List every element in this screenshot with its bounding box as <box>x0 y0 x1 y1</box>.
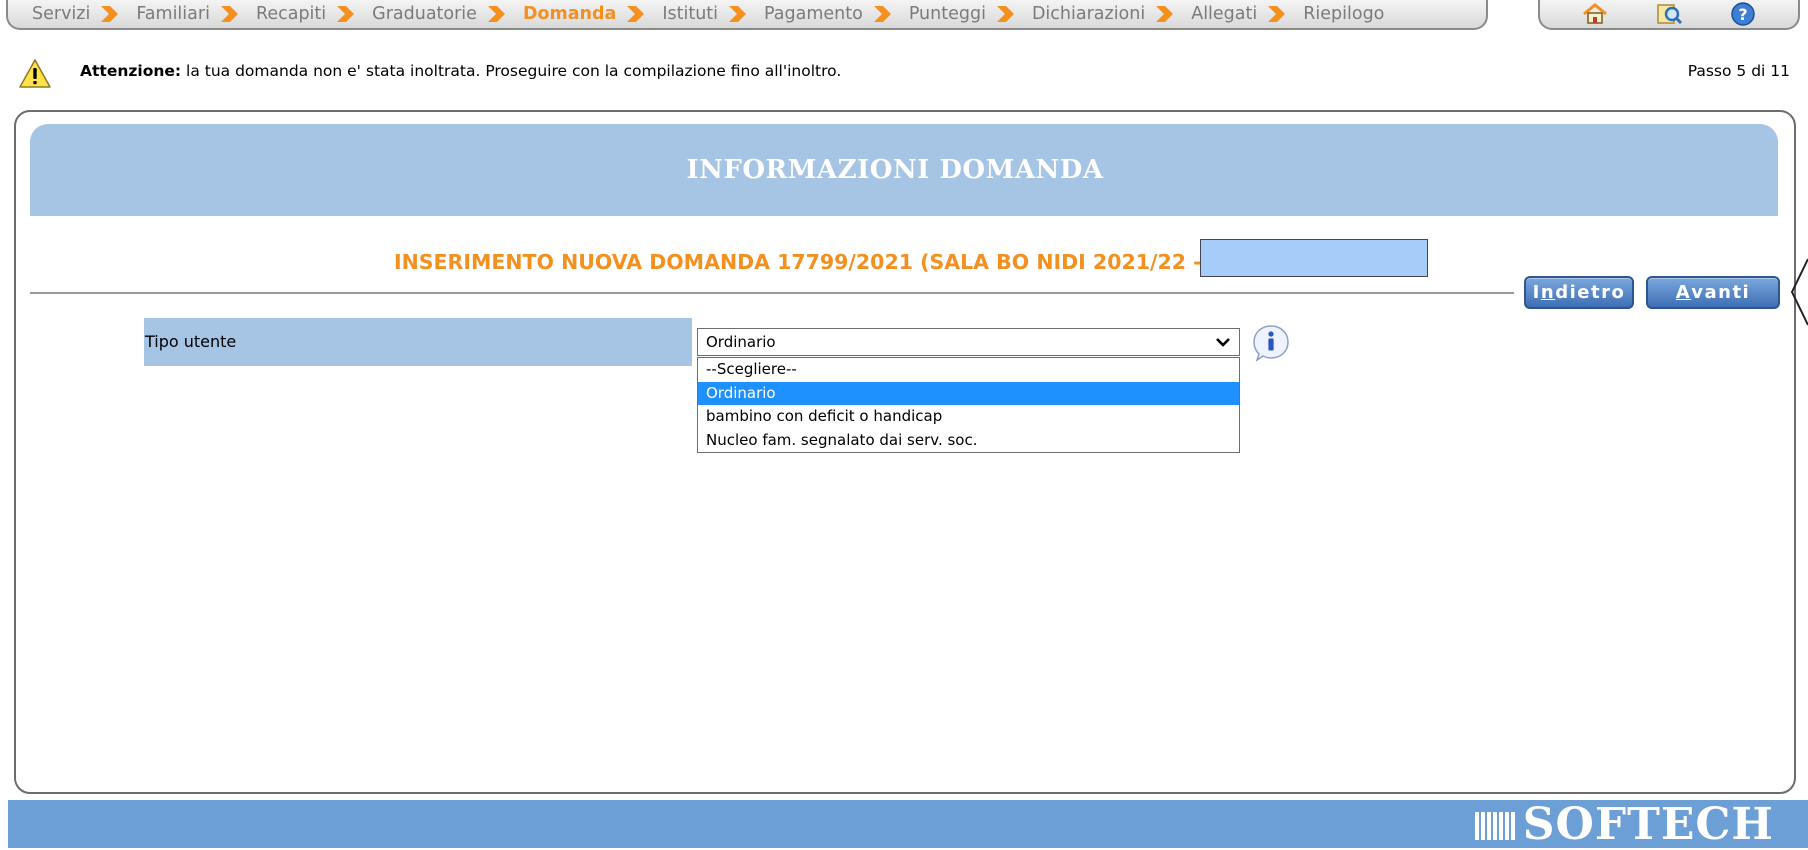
tipo-utente-select[interactable]: Ordinario <box>697 328 1240 356</box>
dropdown-option[interactable]: bambino con deficit o handicap <box>698 405 1239 429</box>
section-header: INFORMAZIONI DOMANDA <box>30 124 1778 216</box>
breadcrumb-item-punteggi[interactable]: Punteggi <box>909 4 1026 24</box>
footer: SOFTECH <box>8 800 1808 848</box>
breadcrumb-item-label: Domanda <box>522 4 617 24</box>
chevron-right-icon <box>1268 6 1286 22</box>
tipo-utente-label: Tipo utente <box>145 332 237 351</box>
page-title: INFORMAZIONI DOMANDA <box>686 155 1104 185</box>
toolbar: ? <box>1538 0 1800 30</box>
breadcrumb-item-domanda[interactable]: Domanda <box>523 4 656 24</box>
breadcrumb-item-familiari[interactable]: Familiari <box>136 4 250 24</box>
back-button[interactable]: Indietro <box>1524 276 1634 309</box>
softech-logo: SOFTECH <box>1474 802 1774 848</box>
svg-text:?: ? <box>1738 5 1747 24</box>
breadcrumb-item-servizi[interactable]: Servizi <box>32 4 130 24</box>
logo-bars-icon <box>1474 812 1515 840</box>
breadcrumb-item-label: Graduatorie <box>372 4 477 24</box>
breadcrumb-item-istituti[interactable]: Istituti <box>662 4 758 24</box>
chevron-right-icon <box>996 6 1014 22</box>
info-icon[interactable] <box>1251 323 1291 363</box>
dropdown-option[interactable]: Ordinario <box>698 381 1239 405</box>
breadcrumb-item-label: Recapiti <box>255 4 327 24</box>
breadcrumb-item-allegati[interactable]: Allegati <box>1191 4 1297 24</box>
breadcrumb: Servizi Familiari Recapiti Graduatorie Doman… <box>6 0 1488 30</box>
step-indicator: Passo 5 di 11 <box>1687 62 1790 80</box>
warning-message: Attenzione: la tua domanda non e' stata … <box>80 62 842 80</box>
breadcrumb-item-label: Allegati <box>1191 4 1258 24</box>
breadcrumb-item-label: Istituti <box>662 4 719 24</box>
subtitle-highlight-box <box>1200 239 1428 277</box>
breadcrumb-item-label: Familiari <box>136 4 210 24</box>
breadcrumb-item-label: Pagamento <box>764 4 863 24</box>
breadcrumb-item-recapiti[interactable]: Recapiti <box>256 4 366 24</box>
chevron-right-icon <box>220 6 238 22</box>
application-subtitle: INSERIMENTO NUOVA DOMANDA 17799/2021 (SA… <box>394 250 1202 274</box>
divider <box>30 292 1514 294</box>
left-arrow-icon[interactable] <box>1790 257 1808 327</box>
breadcrumb-item-label: Punteggi <box>908 4 986 24</box>
dropdown-option[interactable]: --Scegliere-- <box>698 358 1239 382</box>
next-button[interactable]: Avanti <box>1646 276 1780 309</box>
breadcrumb-item-dichiarazioni[interactable]: Dichiarazioni <box>1032 4 1185 24</box>
home-icon[interactable] <box>1580 1 1610 27</box>
dropdown-option[interactable]: Nucleo fam. segnalato dai serv. soc. <box>698 429 1239 453</box>
chevron-right-icon <box>627 6 645 22</box>
breadcrumb-item-label: Dichiarazioni <box>1031 4 1146 24</box>
breadcrumb-item-pagamento[interactable]: Pagamento <box>764 4 903 24</box>
tipo-utente-dropdown[interactable]: --Scegliere-- Ordinario bambino con defici… <box>697 357 1240 453</box>
breadcrumb-item-label: Riepilogo <box>1303 4 1385 24</box>
chevron-right-icon <box>101 6 119 22</box>
chevron-right-icon <box>729 6 747 22</box>
breadcrumb-item-riepilogo[interactable]: Riepilogo <box>1303 4 1384 24</box>
chevron-down-icon <box>1216 338 1230 347</box>
warning-icon <box>19 59 51 88</box>
chevron-right-icon <box>337 6 355 22</box>
help-icon[interactable]: ? <box>1728 1 1758 27</box>
breadcrumb-item-label: Servizi <box>32 4 91 24</box>
tipo-utente-selected-value: Ordinario <box>706 333 776 351</box>
chevron-right-icon <box>487 6 505 22</box>
search-icon[interactable] <box>1654 1 1684 27</box>
breadcrumb-item-graduatorie[interactable]: Graduatorie <box>372 4 517 24</box>
chevron-right-icon <box>873 6 891 22</box>
chevron-right-icon <box>1156 6 1174 22</box>
